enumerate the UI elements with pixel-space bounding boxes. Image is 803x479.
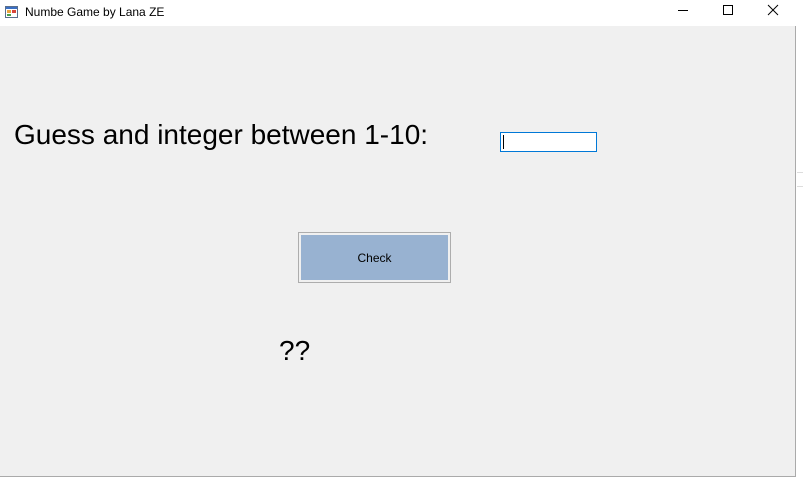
minimize-button[interactable] [660,0,705,24]
divider [797,186,803,187]
title-bar[interactable]: Numbe Game by Lana ZE [0,0,796,26]
result-label: ?? [279,335,311,366]
close-icon [767,3,779,21]
window-title: Numbe Game by Lana ZE [25,5,165,19]
check-button[interactable]: Check [298,232,451,283]
maximize-icon [722,3,734,21]
divider [797,172,803,173]
prompt-label: Guess and integer between 1-10: [14,119,429,150]
close-button[interactable] [750,0,795,24]
app-window: Numbe Game by Lana ZE Guess and integer … [0,0,796,477]
text-caret [503,135,504,149]
background-edge [796,0,803,479]
guess-input[interactable] [500,132,597,152]
check-button-label: Check [301,235,448,280]
windows-form-icon [5,5,19,19]
minimize-icon [677,3,689,21]
maximize-button[interactable] [705,0,750,24]
